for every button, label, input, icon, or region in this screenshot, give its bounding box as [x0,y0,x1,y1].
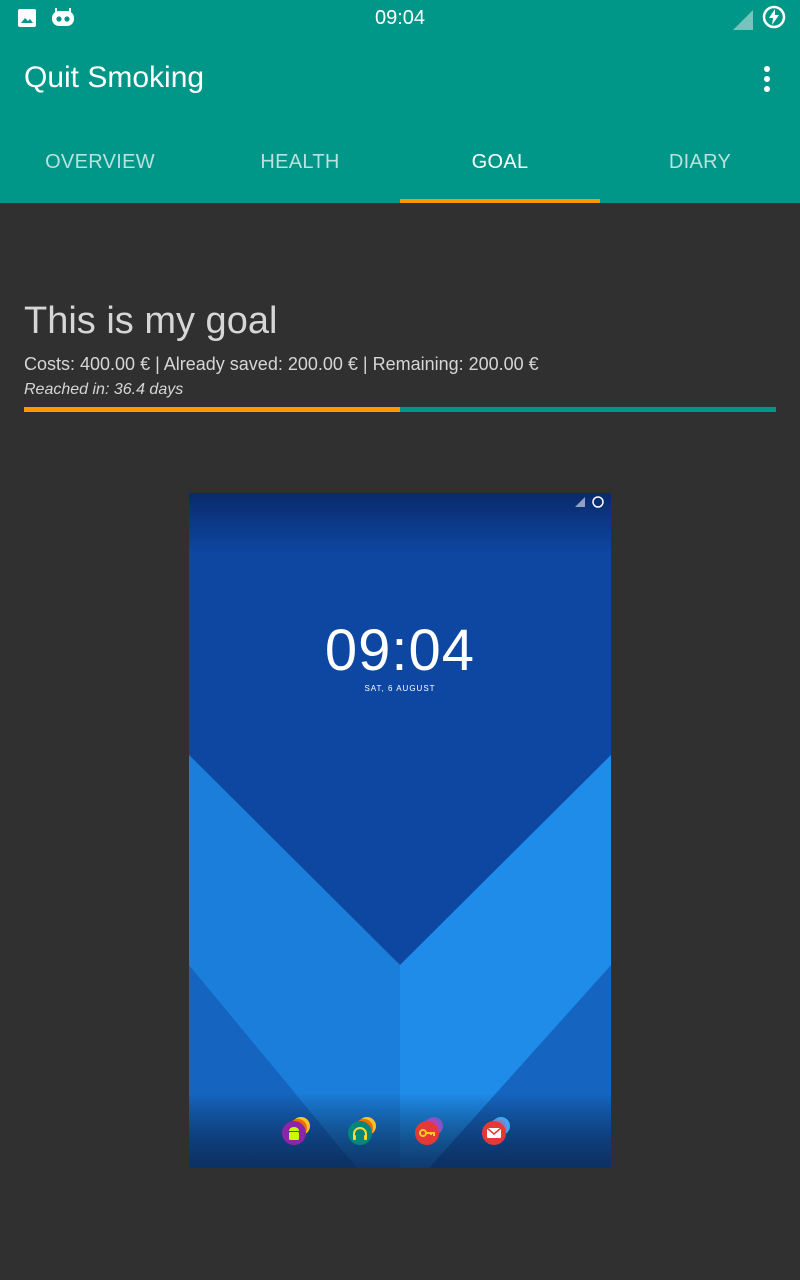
status-time: 09:04 [374,7,426,29]
app-bar: 09:04 Quit Smoking OVERVIEW HEALTH GOAL … [0,0,800,203]
headphones-icon [348,1117,376,1145]
lockscreen-date: SAT, 6 AUGUST [364,684,436,693]
mail-icon [482,1117,510,1145]
tab-diary[interactable]: DIARY [600,122,800,203]
goal-progress-fill [24,407,400,412]
key-icon [415,1117,443,1145]
goal-title: This is my goal [24,300,278,342]
goal-stats: Costs: 400.00 € | Already saved: 200.00 … [24,354,539,374]
tab-bar: OVERVIEW HEALTH GOAL DIARY [0,122,800,203]
app-title: Quit Smoking [24,61,205,94]
tab-health[interactable]: HEALTH [200,122,400,203]
goal-image-wallpaper [189,493,611,1168]
battery-charging-icon [762,5,786,29]
tab-goal[interactable]: GOAL [400,122,600,203]
lockscreen-time: 09:04 [324,618,476,683]
more-vert-icon[interactable] [755,64,779,94]
goal-progress-bar [24,407,776,412]
status-bar: 09:04 [0,0,800,38]
goal-image[interactable]: 09:04 SAT, 6 AUGUST [189,493,611,1168]
tab-overview[interactable]: OVERVIEW [0,122,200,203]
goal-reached: Reached in: 36.4 days [24,381,184,398]
android-icon [282,1117,310,1145]
signal-icon [733,10,753,30]
